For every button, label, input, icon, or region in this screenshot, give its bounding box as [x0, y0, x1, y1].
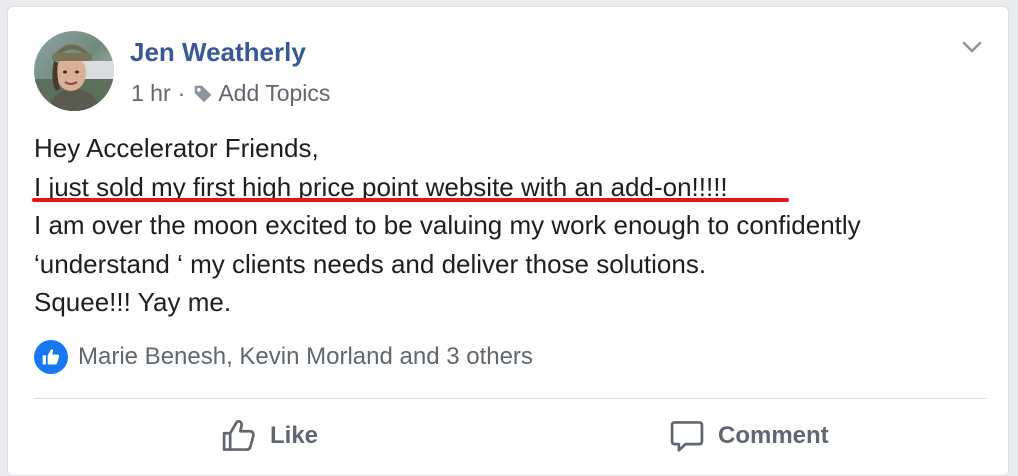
add-topics-link[interactable]: Add Topics: [192, 80, 330, 107]
comment-label: Comment: [718, 422, 829, 449]
post-line: I am over the moon excited to be valuing…: [34, 210, 861, 240]
post-line: Squee!!! Yay me.: [34, 287, 232, 317]
post-meta: 1 hr · Add Topics: [131, 80, 330, 107]
author-name[interactable]: Jen Weatherly: [130, 37, 306, 68]
meta-separator: ·: [177, 80, 186, 106]
comment-button[interactable]: Comment: [668, 417, 829, 455]
post-time[interactable]: 1 hr: [131, 80, 171, 107]
speech-bubble-icon: [670, 421, 704, 452]
post-body: Hey Accelerator Friends, I just sold my …: [34, 129, 984, 322]
like-label: Like: [270, 422, 319, 449]
avatar[interactable]: [34, 31, 114, 111]
post-line: Hey Accelerator Friends,: [34, 133, 319, 163]
post-card: Jen Weatherly 1 hr · Add Topics Hey Acce…: [7, 6, 1009, 476]
thumbs-up-outline-icon: [222, 420, 255, 451]
reactions-summary[interactable]: Marie Benesh, Kevin Morland and 3 others: [34, 340, 533, 374]
chevron-down-icon[interactable]: [958, 33, 986, 61]
avatar-photo: [34, 31, 114, 111]
reactions-names: Marie Benesh, Kevin Morland and 3 others: [78, 343, 533, 370]
thumbs-up-icon: [34, 340, 68, 374]
like-button[interactable]: Like: [220, 417, 318, 455]
add-topics-label: Add Topics: [218, 80, 331, 106]
highlight-underline: [32, 198, 789, 202]
divider: [34, 398, 986, 399]
tag-icon: [195, 85, 212, 102]
post-line: ‘understand ‘ my clients needs and deliv…: [34, 248, 707, 279]
